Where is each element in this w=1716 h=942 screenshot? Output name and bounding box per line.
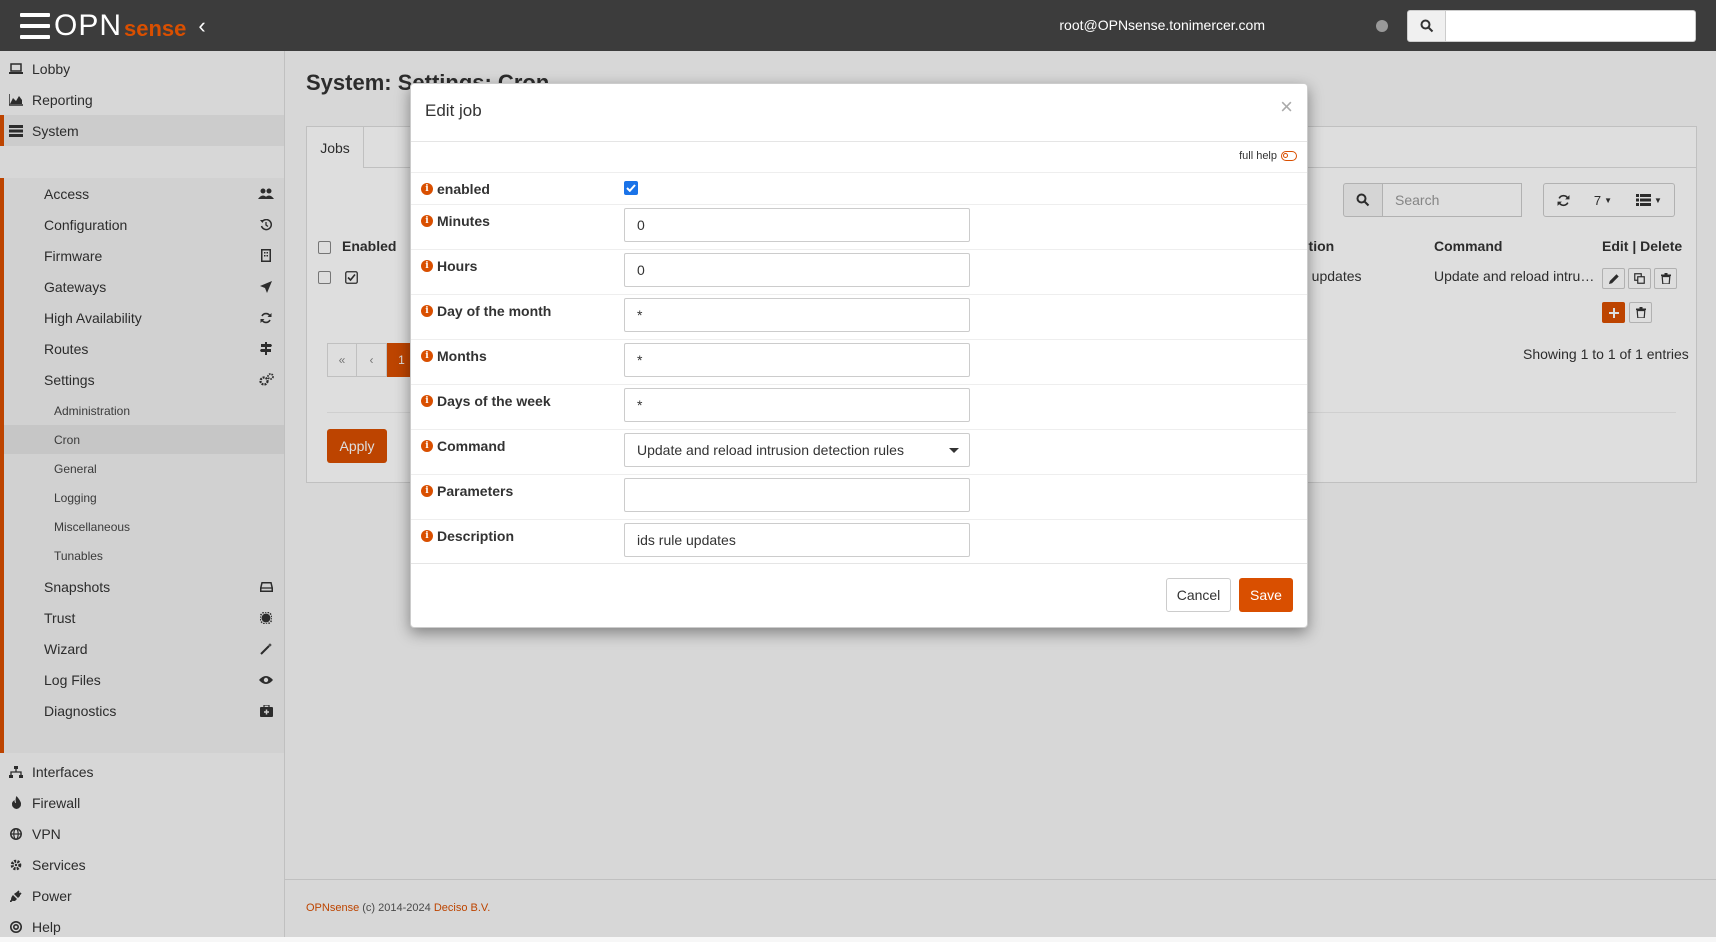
field-label-text: Minutes: [437, 213, 490, 229]
field-label-text: Months: [437, 348, 487, 364]
modal-title: Edit job: [425, 101, 482, 120]
command-select[interactable]: Update and reload intrusion detection ru…: [624, 433, 970, 467]
info-icon[interactable]: i: [421, 260, 433, 272]
edit-job-dialog: Edit job × full help i enabled i Minutes 0…: [410, 83, 1308, 628]
info-icon[interactable]: i: [421, 530, 433, 542]
form-row-hours: i Hours 0: [411, 249, 1307, 295]
day-of-month-input[interactable]: *: [624, 298, 970, 332]
nav-search-icon[interactable]: [1407, 10, 1446, 42]
caret-down-icon: [949, 448, 959, 453]
info-icon[interactable]: i: [421, 183, 433, 195]
field-label-text: Parameters: [437, 483, 514, 499]
field-label-text: Days of the week: [437, 393, 551, 409]
logo-mark-icon: [20, 11, 50, 41]
form-row-description: i Description ids rule updates: [411, 519, 1307, 564]
field-label: i Months: [421, 348, 487, 364]
check-icon: [626, 184, 636, 192]
info-icon[interactable]: i: [421, 350, 433, 362]
logo-accent-text: sense: [124, 16, 187, 41]
full-help-label: full help: [1239, 150, 1277, 162]
modal-footer: Cancel Save: [411, 563, 1307, 628]
enabled-checkbox[interactable]: [624, 181, 638, 195]
full-help-toggle[interactable]: full help: [1239, 150, 1297, 162]
form-row-enabled: i enabled: [411, 172, 1307, 205]
field-label-text: enabled: [437, 181, 490, 197]
logo-text: OPN: [54, 9, 123, 42]
cancel-button[interactable]: Cancel: [1166, 578, 1231, 612]
sidebar-toggle-icon[interactable]: ‹: [192, 14, 212, 38]
form-row-command: i Command Update and reload intrusion det…: [411, 429, 1307, 475]
form-row-day-of-month: i Day of the month *: [411, 294, 1307, 340]
field-label: i Command: [421, 438, 505, 454]
info-icon[interactable]: i: [421, 305, 433, 317]
close-icon[interactable]: ×: [1280, 96, 1293, 118]
info-icon[interactable]: i: [421, 440, 433, 452]
status-dot-icon: [1376, 20, 1388, 32]
info-icon[interactable]: i: [421, 395, 433, 407]
field-label: i Days of the week: [421, 393, 551, 409]
parameters-input[interactable]: [624, 478, 970, 512]
field-label: i Hours: [421, 258, 477, 274]
form-row-days-of-week: i Days of the week *: [411, 384, 1307, 430]
months-input[interactable]: *: [624, 343, 970, 377]
form-row-parameters: i Parameters: [411, 474, 1307, 520]
opnsense-logo[interactable]: OPN sense: [20, 10, 186, 42]
save-button[interactable]: Save: [1239, 578, 1293, 612]
description-input[interactable]: ids rule updates: [624, 523, 970, 557]
field-label: i Parameters: [421, 483, 513, 499]
field-label: i Description: [421, 528, 514, 544]
modal-header: Edit job ×: [411, 84, 1307, 142]
command-selected-value: Update and reload intrusion detection ru…: [637, 442, 904, 458]
minutes-input[interactable]: 0: [624, 208, 970, 242]
form-row-months: i Months *: [411, 339, 1307, 385]
field-label: i Minutes: [421, 213, 490, 229]
user-menu[interactable]: root@OPNsense.tonimercer.com: [1059, 0, 1265, 51]
info-icon[interactable]: i: [421, 215, 433, 227]
info-icon[interactable]: i: [421, 485, 433, 497]
field-label: i Day of the month: [421, 303, 551, 319]
field-label-text: Hours: [437, 258, 478, 274]
toggle-off-icon: [1281, 151, 1297, 161]
nav-search-input[interactable]: [1446, 10, 1696, 42]
field-label-text: Day of the month: [437, 303, 552, 319]
top-navbar: OPN sense ‹ root@OPNsense.tonimercer.com: [0, 0, 1716, 51]
field-label-text: Description: [437, 528, 515, 544]
field-label-text: Command: [437, 438, 506, 454]
days-of-week-input[interactable]: *: [624, 388, 970, 422]
field-label: i enabled: [421, 181, 490, 197]
hours-input[interactable]: 0: [624, 253, 970, 287]
form-row-minutes: i Minutes 0: [411, 204, 1307, 250]
